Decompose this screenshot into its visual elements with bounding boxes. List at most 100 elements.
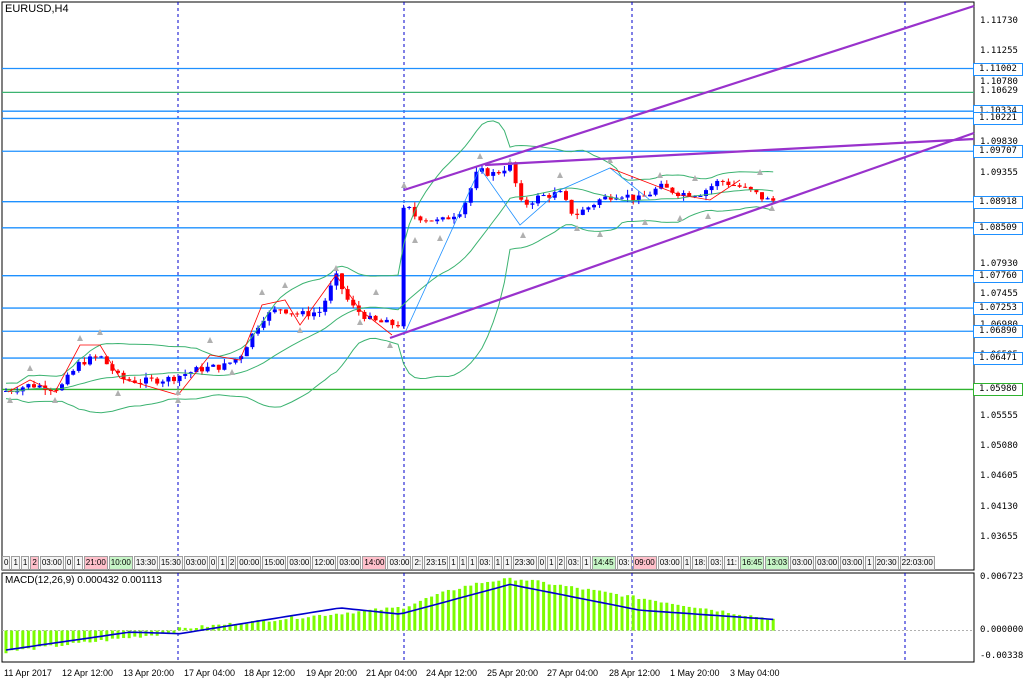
candle-body <box>172 376 176 382</box>
fractal-mark <box>52 397 58 403</box>
candle-body <box>295 313 300 315</box>
macd-histogram-bar <box>362 610 366 631</box>
macd-histogram-bar <box>424 598 428 631</box>
fractal-mark <box>401 182 407 188</box>
macd-histogram-bar <box>290 616 294 631</box>
level-price-label: 1.10221 <box>973 112 1023 126</box>
candle-body <box>200 367 204 372</box>
macd-histogram-bar <box>609 592 613 631</box>
level-price-label: 1.08509 <box>973 221 1023 235</box>
macd-histogram-bar <box>323 615 327 631</box>
fractal-mark <box>705 213 711 219</box>
candle-body <box>530 203 535 205</box>
macd-histogram-bar <box>66 630 70 646</box>
time-strip-cell: 16:45 <box>740 556 765 570</box>
price-tick-label: 1.07455 <box>980 289 1018 300</box>
candle-body <box>625 194 630 198</box>
time-strip-cell: 09:00 <box>632 556 657 570</box>
candle-body <box>32 384 36 388</box>
candle-body <box>726 181 731 186</box>
time-strip-cell: 03: <box>616 556 632 570</box>
macd-histogram-bar <box>659 602 663 631</box>
candle-body <box>104 356 109 365</box>
time-strip-cell: 20:30 <box>874 556 899 570</box>
level-price-label: 1.06471 <box>973 352 1023 366</box>
fractal-mark <box>297 327 303 333</box>
macd-histogram-bar <box>385 607 389 631</box>
level-price-label: 1.07760 <box>973 269 1023 283</box>
candle-body <box>216 364 221 370</box>
symbol-label: EURUSD,H4 <box>5 3 69 15</box>
fractal-mark <box>207 337 213 343</box>
macd-histogram-bar <box>648 599 652 631</box>
candle-body <box>452 216 456 220</box>
time-strip-cell: 03: <box>477 556 493 570</box>
candle-body <box>709 186 714 191</box>
candle-body <box>82 362 87 365</box>
price-tick-label: 1.09355 <box>980 167 1018 178</box>
macd-histogram-bar <box>603 591 607 631</box>
candle-body <box>54 390 59 392</box>
macd-histogram-bar <box>21 630 25 650</box>
level-price-label: 1.09707 <box>973 145 1023 159</box>
macd-histogram-bar <box>312 615 316 631</box>
time-strip-cell: 1 <box>11 556 20 570</box>
fractal-mark <box>7 397 13 403</box>
fractal-mark <box>437 235 443 241</box>
macd-histogram-bar <box>642 598 646 631</box>
macd-histogram-bar <box>508 577 512 631</box>
time-strip-cell: 22:03:00 <box>899 556 935 570</box>
level-price-label: 1.11002 <box>973 62 1023 76</box>
candle-body <box>592 204 596 208</box>
candle-body <box>312 312 316 317</box>
chart-window[interactable]: EURUSD,H4 MACD(12,26,9) 0.000432 0.00111… <box>0 0 1024 683</box>
fractal-mark <box>657 172 663 178</box>
macd-histogram-bar <box>446 589 450 631</box>
level-price-label: 1.10629 <box>980 86 1018 97</box>
candle-body <box>99 356 104 358</box>
time-strip-cell: 1 <box>449 556 458 570</box>
macd-histogram-bar <box>480 583 484 631</box>
time-tick-label: 18 Apr 12:00 <box>244 668 296 678</box>
macd-histogram-bar <box>637 599 641 631</box>
fractal-mark <box>333 265 339 271</box>
candle-body <box>631 194 636 201</box>
macd-histogram-bar <box>581 589 585 631</box>
macd-histogram-bar <box>346 612 350 631</box>
macd-histogram-bar <box>77 630 81 643</box>
macd-histogram-bar <box>122 630 126 639</box>
fractal-mark <box>642 219 648 225</box>
candle-body <box>244 347 249 357</box>
price-tick-label: 1.04605 <box>980 471 1018 482</box>
macd-histogram-bar <box>575 587 579 631</box>
candle-body <box>424 220 428 222</box>
macd-histogram-bar <box>486 581 490 631</box>
candle-body <box>166 376 171 382</box>
candle-body <box>586 207 591 210</box>
macd-histogram-bar <box>239 624 243 631</box>
macd-histogram-bar <box>474 582 478 631</box>
candle-body <box>384 319 389 323</box>
candle-body <box>160 381 165 384</box>
candle-body <box>698 195 703 197</box>
macd-histogram-bar <box>570 586 574 631</box>
macd-label: MACD(12,26,9) 0.000432 0.001113 <box>5 575 162 586</box>
macd-histogram-bar <box>463 585 467 631</box>
price-tick-label: 1.05080 <box>980 440 1018 451</box>
macd-histogram-bar <box>183 627 187 631</box>
macd-histogram-bar <box>357 611 361 631</box>
macd-histogram-bar <box>698 608 702 631</box>
candle-body <box>211 364 216 367</box>
candle-body <box>474 171 479 189</box>
macd-histogram-bar <box>295 618 299 631</box>
fractal-mark <box>557 172 563 178</box>
candle-body <box>720 180 725 182</box>
time-strip-cell: 2 <box>227 556 237 570</box>
fractal-mark <box>373 289 379 295</box>
candle-body <box>502 170 507 174</box>
time-strip-cell: 03:00 <box>387 556 412 570</box>
macd-histogram-bar <box>351 613 355 631</box>
level-price-label: 1.08918 <box>973 195 1023 209</box>
macd-histogram-bar <box>441 591 445 631</box>
macd-histogram-bar <box>88 630 92 643</box>
